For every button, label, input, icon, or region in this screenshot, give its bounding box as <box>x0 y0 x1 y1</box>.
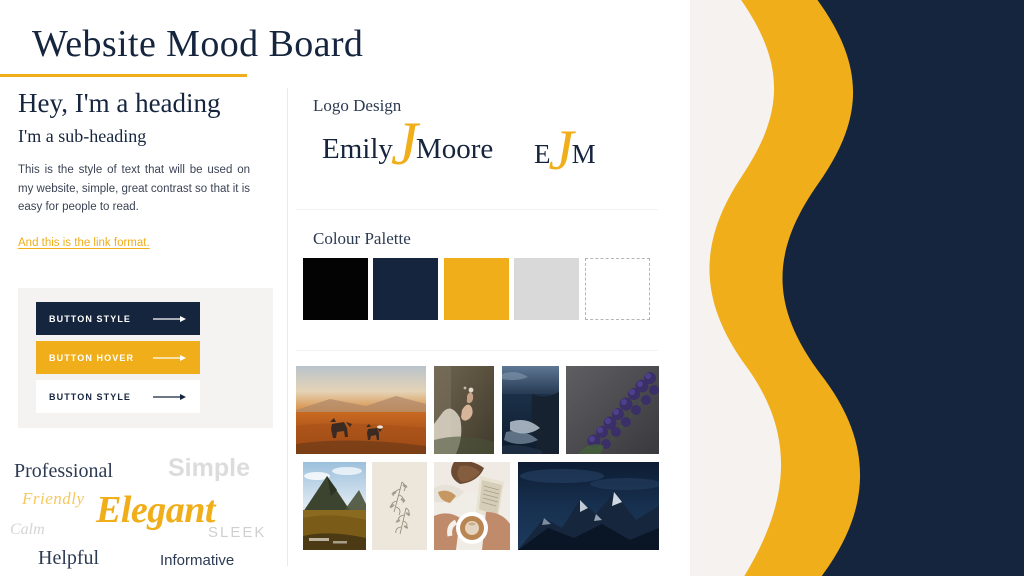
brand-adjective-cloud: Professional Simple Friendly Elegant Cal… <box>0 452 280 576</box>
palette-swatch-gold[interactable] <box>444 258 509 320</box>
title-underline-rule <box>0 74 247 77</box>
button-label: BUTTON STYLE <box>49 391 132 402</box>
sample-link[interactable]: And this is the link format. <box>18 237 150 249</box>
image-night-peak[interactable] <box>518 462 659 550</box>
logo-section-title: Logo Design <box>313 96 402 115</box>
word-professional: Professional <box>14 460 113 482</box>
image-green-mountain[interactable] <box>303 462 366 550</box>
word-friendly: Friendly <box>22 489 85 508</box>
word-simple: Simple <box>168 454 250 482</box>
logo-wordmark-last: Moore <box>415 133 494 165</box>
typography-column: Hey, I'm a heading I'm a sub-heading Thi… <box>18 88 270 251</box>
button-style-default[interactable]: BUTTON STYLE <box>36 302 200 335</box>
logo-section-divider <box>296 209 658 210</box>
image-botanical[interactable] <box>372 462 427 550</box>
palette-swatch-navy[interactable] <box>373 258 438 320</box>
wave-decoration <box>690 0 1024 576</box>
word-helpful: Helpful <box>38 547 100 569</box>
word-informative: Informative <box>160 552 235 569</box>
palette-section-title: Colour Palette <box>313 229 411 248</box>
word-calm: Calm <box>10 521 45 538</box>
word-sleek: SLEEK <box>208 524 267 541</box>
logo-wordmark: Emily J Moore <box>322 111 494 178</box>
palette-swatch-black[interactable] <box>303 258 368 320</box>
button-style-outline[interactable]: BUTTON STYLE <box>36 380 200 413</box>
logo-monogram: E J M <box>534 119 596 182</box>
logo-monogram-last: M <box>571 139 596 169</box>
page-title: Website Mood Board <box>32 23 364 65</box>
image-coffee-book[interactable] <box>434 462 510 550</box>
button-style-hover[interactable]: BUTTON HOVER <box>36 341 200 374</box>
image-coastal-cliff[interactable] <box>502 366 559 454</box>
palette-section-divider <box>296 350 658 351</box>
arrow-right-icon <box>153 354 187 362</box>
sample-body-text: This is the style of text that will be u… <box>18 164 251 214</box>
palette-swatch-light-grey[interactable] <box>514 258 579 320</box>
arrow-right-icon <box>153 393 187 401</box>
arrow-right-icon <box>153 315 187 323</box>
image-desert-wolves[interactable] <box>296 366 426 454</box>
logo-wordmark-first: Emily <box>322 133 393 165</box>
palette-swatch-white[interactable] <box>585 258 650 320</box>
button-label: BUTTON STYLE <box>49 313 132 324</box>
column-divider <box>287 88 288 566</box>
mood-board-content: Website Mood Board Hey, I'm a heading I'… <box>0 0 700 576</box>
button-style-panel: BUTTON STYLE BUTTON HOVER BUTTON STYLE <box>18 288 273 428</box>
image-purple-flowers[interactable] <box>566 366 659 454</box>
image-portrait-hand[interactable] <box>434 366 494 454</box>
word-elegant: Elegant <box>96 489 215 531</box>
sample-subheading: I'm a sub-heading <box>18 126 147 147</box>
sample-heading: Hey, I'm a heading <box>18 88 221 118</box>
button-label: BUTTON HOVER <box>49 352 135 363</box>
